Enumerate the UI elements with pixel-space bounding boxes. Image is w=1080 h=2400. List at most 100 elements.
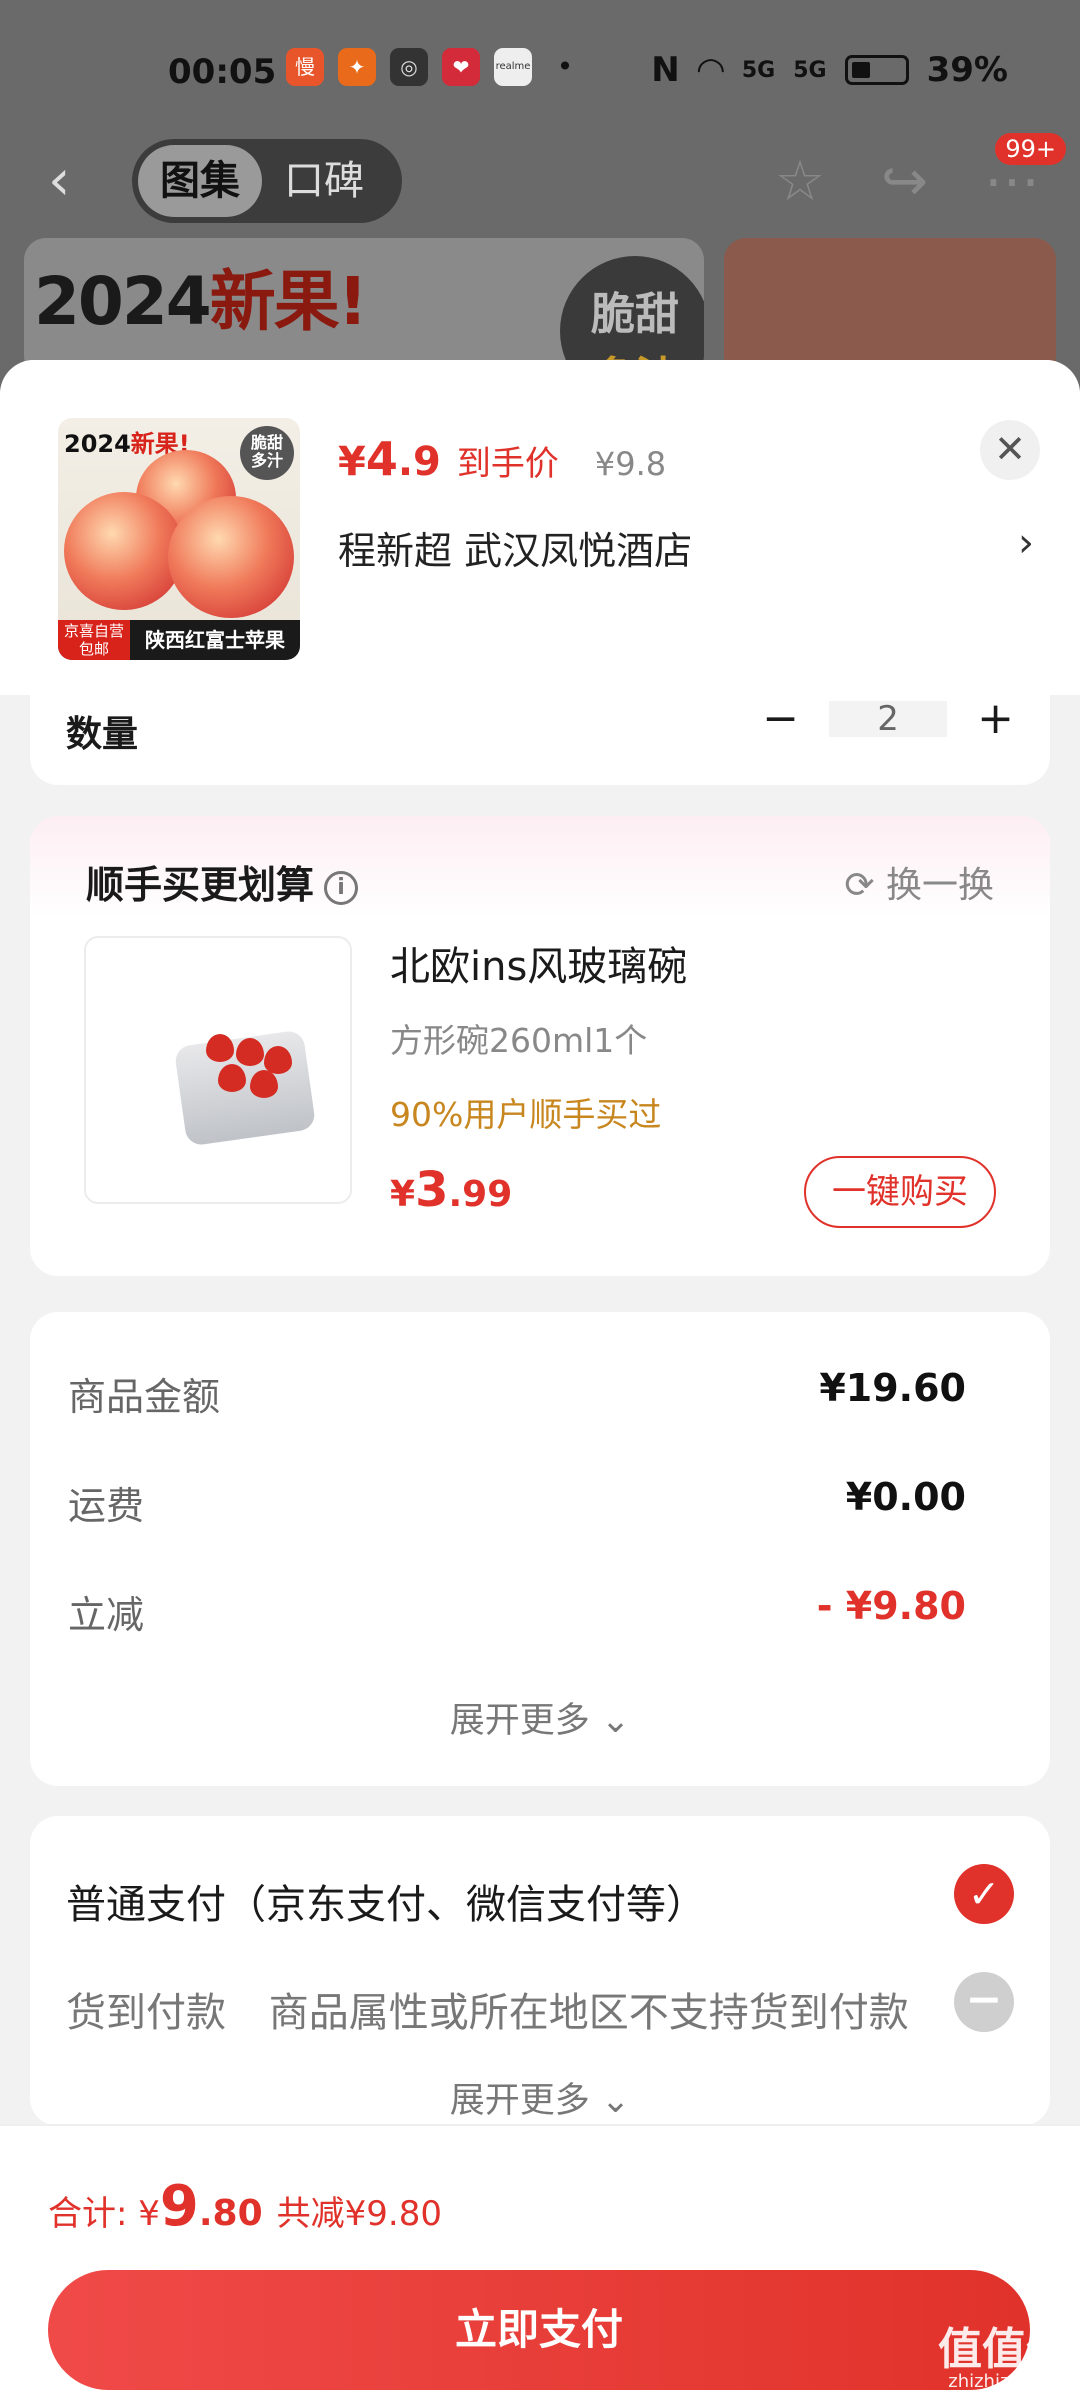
wechat-icon: ◎ xyxy=(390,48,428,86)
quantity-stepper: − 2 + xyxy=(762,695,1014,744)
status-app-icons: 慢 ✦ ◎ ❤ realme • xyxy=(286,48,584,86)
one-click-buy-button[interactable]: 一键购买 xyxy=(804,1156,996,1228)
thumb-year: 2024 xyxy=(64,430,131,458)
total-discount: 共减¥9.80 xyxy=(276,2194,442,2234)
thumb-tag: 脆甜 多汁 xyxy=(240,426,294,480)
message-badge: 99+ xyxy=(995,133,1066,165)
price-symbol: ¥ xyxy=(338,439,366,485)
refresh-label: 换一换 xyxy=(885,865,994,906)
recommend-title: 顺手买更划算 i xyxy=(86,854,359,909)
summary-value: - ¥9.80 xyxy=(816,1584,966,1628)
tab-gallery[interactable]: 图集 xyxy=(138,145,262,217)
quantity-input[interactable]: 2 xyxy=(829,700,948,737)
total-amount: 合计: ¥9.80 共减¥9.80 xyxy=(48,2174,442,2239)
minus-button[interactable]: − xyxy=(762,695,799,744)
price-int: 4 xyxy=(365,432,398,486)
banner-title: 新果! xyxy=(209,263,368,340)
top-nav: ‹ 图集 口碑 ☆ ↪ ⋯ 99+ xyxy=(0,133,1080,227)
apple-image xyxy=(168,496,294,618)
recommend-card: 顺手买更划算 i ⟳ 换一换 北欧ins风玻璃碗 方形碗260ml1个 90%用户… xyxy=(30,816,1050,1276)
status-bar: 00:05 慢 ✦ ◎ ❤ realme • N ◠ 5G 5G 39% xyxy=(0,40,1080,106)
strawberry xyxy=(218,1064,246,1092)
watermark: 值值值 zhizhizhi.com xyxy=(938,2328,1070,2392)
star-icon[interactable]: ☆ xyxy=(775,149,825,214)
summary-row-discount: 立减 - ¥9.80 xyxy=(68,1584,966,1639)
quantity-label: 数量 xyxy=(66,714,139,755)
recommend-price: ¥3.99 xyxy=(390,1162,512,1218)
thumb-badge-2: 包邮 xyxy=(78,640,109,658)
close-icon[interactable]: ✕ xyxy=(980,420,1040,480)
payment-option-normal[interactable]: 普通支付（京东支付、微信支付等） ✓ xyxy=(66,1864,1014,1930)
cod-note: 商品属性或所在地区不支持货到付款 xyxy=(268,1990,909,2036)
rec-price-int: 3 xyxy=(415,1162,449,1218)
signal-icon-2: 5G xyxy=(793,57,827,83)
info-icon[interactable]: i xyxy=(324,871,359,905)
thumb-name: 陕西红富士苹果 xyxy=(145,628,285,652)
banner-tag-line-1: 脆甜 xyxy=(591,289,679,340)
expand-more-payment-button[interactable]: 展开更多 ⌄ xyxy=(30,2072,1050,2123)
rec-price-symbol: ¥ xyxy=(390,1174,416,1215)
disabled-icon: − xyxy=(954,1972,1014,2032)
share-icon[interactable]: ↪ xyxy=(881,149,928,214)
price-label: 到手价 xyxy=(456,444,559,484)
more-dot-icon: • xyxy=(556,50,574,83)
thumb-badge-1: 京喜自营 xyxy=(63,622,124,640)
recommend-image[interactable] xyxy=(84,936,352,1204)
status-time: 00:05 xyxy=(168,52,277,92)
battery-icon xyxy=(844,55,909,85)
background-product-page: 00:05 慢 ✦ ◎ ❤ realme • N ◠ 5G 5G 39% ‹ 图… xyxy=(0,0,1080,400)
rec-price-dec: .99 xyxy=(448,1174,513,1215)
summary-value: ¥0.00 xyxy=(845,1475,966,1519)
status-right: N ◠ 5G 5G 39% xyxy=(651,50,1008,90)
payment-card: 普通支付（京东支付、微信支付等） ✓ 货到付款 商品属性或所在地区不支持货到付款… xyxy=(30,1816,1050,2126)
original-price: ¥9.8 xyxy=(594,445,667,483)
watermark-domain: zhizhizhi.com xyxy=(948,2371,1070,2392)
chevron-right-icon[interactable]: › xyxy=(1018,520,1034,566)
total-label: 合计: ¥ xyxy=(48,2194,160,2234)
recommend-title-text: 顺手买更划算 xyxy=(86,863,315,907)
thumb-tag-2: 多汁 xyxy=(250,451,283,470)
price-summary-card: 商品金额 ¥19.60 运费 ¥0.00 立减 - ¥9.80 展开更多 ⌄ xyxy=(30,1312,1050,1786)
banner-year: 2024 xyxy=(34,263,212,340)
refresh-icon: ⟳ xyxy=(844,865,886,906)
refresh-button[interactable]: ⟳ 换一换 xyxy=(844,856,994,908)
plus-button[interactable]: + xyxy=(977,695,1014,744)
strawberry xyxy=(250,1070,278,1098)
summary-row-subtotal: 商品金额 ¥19.60 xyxy=(68,1366,966,1421)
total-int: 9 xyxy=(159,2174,199,2239)
price-dec: .9 xyxy=(397,439,441,485)
pay-now-button[interactable]: 立即支付 xyxy=(48,2270,1030,2390)
battery-percent: 39% xyxy=(926,50,1008,90)
checkout-footer: 合计: ¥9.80 共减¥9.80 立即支付 值值值 zhizhizhi.com xyxy=(0,2124,1080,2400)
strawberry xyxy=(206,1034,234,1062)
product-thumbnail: 2024新果! 脆甜 多汁 京喜自营 包邮 陕西红富士苹果 xyxy=(58,418,300,660)
summary-value: ¥19.60 xyxy=(819,1366,966,1410)
checkout-sheet: 2024新果! 脆甜 多汁 京喜自营 包邮 陕西红富士苹果 ¥4.9 到手价 ¥… xyxy=(0,360,1080,2400)
tab-reviews[interactable]: 口碑 xyxy=(262,145,386,217)
wifi-icon: ◠ xyxy=(697,50,724,90)
price-row: ¥4.9 到手价 ¥9.8 xyxy=(338,432,666,486)
strawberry xyxy=(236,1038,264,1066)
cod-label: 货到付款 xyxy=(66,1990,226,2036)
recommend-spec: 方形碗260ml1个 xyxy=(390,1021,648,1060)
recommend-name[interactable]: 北欧ins风玻璃碗 xyxy=(390,934,687,992)
realme-icon: realme xyxy=(494,48,532,86)
signal-icon: 5G xyxy=(741,57,776,83)
back-icon[interactable]: ‹ xyxy=(48,153,104,209)
app-icon: ❤ xyxy=(442,48,480,86)
apple-image xyxy=(64,492,184,610)
watermark-text: 值值值 xyxy=(938,2324,1070,2375)
thumb-footer: 京喜自营 包邮 陕西红富士苹果 xyxy=(58,620,300,660)
app-icon: 慢 xyxy=(286,48,324,86)
recommend-social-proof: 90%用户顺手买过 xyxy=(390,1095,662,1134)
red-packet-icon: ✦ xyxy=(338,48,376,86)
payment-option-label: 普通支付（京东支付、微信支付等） xyxy=(66,1882,706,1928)
delivery-address[interactable]: 程新超 武汉凤悦酒店 xyxy=(338,520,692,575)
expand-more-button[interactable]: 展开更多 ⌄ xyxy=(30,1692,1050,1743)
product-banner-2 xyxy=(724,238,1056,378)
product-banner: 2024新果! 脆甜 多汁 xyxy=(24,238,704,378)
nfc-icon: N xyxy=(651,50,680,90)
summary-label: 运费 xyxy=(68,1484,145,1528)
tab-switcher: 图集 口碑 xyxy=(132,139,402,223)
check-icon[interactable]: ✓ xyxy=(954,1864,1014,1924)
